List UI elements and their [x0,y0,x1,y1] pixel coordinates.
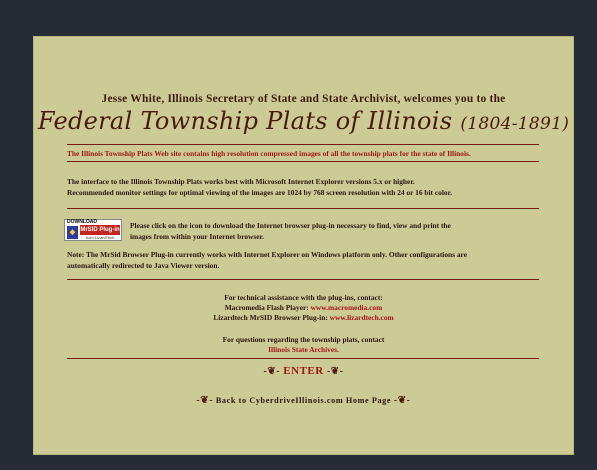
divider [67,279,539,280]
flourish-right-icon: -❦- [326,366,344,377]
browser-info: The interface to the Illinois Township P… [67,176,547,198]
divider [67,358,539,359]
plugin-instructions: Please click on the icon to download the… [130,220,530,242]
intro-note: The Illinois Township Plats Web site con… [67,149,471,158]
archives-contact: Illinois State Archives. [34,345,573,355]
questions-text: For questions regarding the township pla… [222,335,385,344]
title-years: (1804-1891) [460,114,570,134]
flourish-right-icon: -❦- [393,395,411,406]
divider [67,161,539,162]
badge-from-label: from LizardTech [85,235,115,240]
support-heading: For technical assistance with the plug-i… [224,293,383,302]
main-panel: Jesse White, Illinois Secretary of State… [33,36,574,455]
flash-contact: Macromedia Flash Player: www.macromedia.… [34,303,573,313]
note-line1: Note: The MrSid Browser Plug-in currentl… [67,250,467,259]
plugin-text-line1: Please click on the icon to download the… [130,221,451,230]
plugin-text-line2: images from within your Internet browser… [130,232,264,241]
flash-label: Macromedia Flash Player: [224,303,311,312]
lizardtech-logo-icon: ◆ [67,226,78,239]
title-text: Federal Township Plats of Illinois [37,107,453,135]
badge-plugin-name: MrSID Plug-in [80,225,120,235]
enter-button[interactable]: -❦- ENTER -❦- [34,365,573,377]
back-home-link[interactable]: -❦- Back to CyberdriveIllinois.com Home … [34,395,573,406]
back-label: Back to CyberdriveIllinois.com Home Page [215,396,392,405]
divider [67,144,539,145]
divider [67,208,539,209]
state-archives-link[interactable]: Illinois State Archives. [268,345,339,354]
enter-label: ENTER [283,365,324,377]
lizardtech-link[interactable]: www.lizardtech.com [330,313,394,322]
browser-info-line2: Recommended monitor settings for optimal… [67,188,453,197]
mrsid-plugin-download-button[interactable]: DOWNLOAD ◆ MrSID Plug-in from LizardTech [64,219,122,241]
lizardtech-contact: Lizardtech MrSID Browser Plug-in: www.li… [34,313,573,323]
browser-info-line1: The interface to the Illinois Township P… [67,177,415,186]
welcome-text: Jesse White, Illinois Secretary of State… [101,93,506,105]
flourish-left-icon: -❦- [263,366,281,377]
platform-note: Note: The MrSid Browser Plug-in currentl… [67,249,547,271]
note-line2: automatically redirected to Java Viewer … [67,261,220,270]
macromedia-link[interactable]: www.macromedia.com [311,303,383,312]
flourish-left-icon: -❦- [196,395,214,406]
page-title: Federal Township Plats of Illinois (1804… [34,107,573,135]
lizardtech-label: Lizardtech MrSID Browser Plug-in: [213,313,330,322]
